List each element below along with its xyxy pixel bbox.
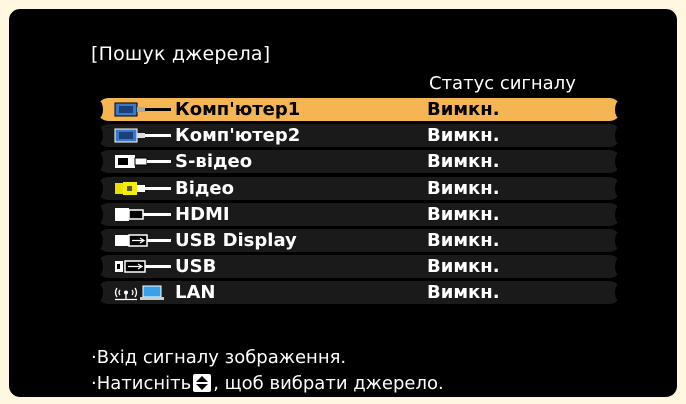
source-row-computer1[interactable]: Комп'ютер1 Вимкн. [95,98,623,121]
hdmi-port-icon [115,207,171,221]
source-status: Вимкн. [427,229,500,251]
row-cap-left [95,179,103,197]
row-cap-right [615,258,623,276]
row-cap-right [615,284,623,302]
source-name: Відео [175,177,235,199]
source-row-s-video[interactable]: S-відео Вимкн. [95,150,623,174]
source-row-usb[interactable]: USB Вимкн. [95,255,623,279]
source-status: Вимкн. [427,256,500,278]
usb-port-icon [115,260,171,273]
source-row-lan[interactable]: LAN Вимкн. [95,281,623,305]
hint-select-source: ·Натисніть , щоб вибрати джерело. [91,373,444,394]
source-name: Комп'ютер1 [175,99,301,120]
panel-title: [Пошук джерела] [91,43,271,65]
source-status: Вимкн. [427,125,500,147]
source-row-video[interactable]: Відео Вимкн. [95,176,623,200]
computer-port-icon [114,102,171,117]
row-cap-right [615,153,623,171]
row-cap-right [615,205,623,223]
hint-choose-text: , щоб вибрати джерело. [213,373,444,394]
row-cap-left [95,101,103,118]
row-cap-right [615,127,623,145]
source-name: USB Display [175,229,297,251]
source-status: Вимкн. [427,99,500,120]
row-cap-right [615,101,623,118]
source-status: Вимкн. [427,203,500,225]
source-search-panel: [Пошук джерела] Статус сигналу Комп'ютер… [8,8,678,398]
signal-status-header: Статус сигналу [429,73,576,94]
row-cap-left [95,231,103,249]
source-name: USB [175,256,217,278]
source-row-computer2[interactable]: Комп'ютер2 Вимкн. [95,124,623,148]
row-cap-right [615,231,623,249]
row-cap-left [95,258,103,276]
hint-press-text: ·Натисніть [91,373,192,394]
computer-port-icon [114,128,171,143]
usb-display-icon [115,234,171,247]
row-cap-right [615,179,623,197]
row-cap-left [95,205,103,223]
source-name: S-відео [175,151,253,173]
lan-wireless-icon [114,285,164,301]
up-down-arrow-icon [193,374,212,392]
source-status: Вимкн. [427,282,500,304]
source-status: Вимкн. [427,177,500,199]
row-cap-left [95,153,103,171]
source-name: LAN [175,282,216,304]
row-cap-left [95,127,103,145]
source-name: Комп'ютер2 [175,125,301,147]
s-video-port-icon [115,155,171,169]
source-status: Вимкн. [427,151,500,173]
row-cap-left [95,284,103,302]
source-name: HDMI [175,203,230,225]
source-row-usb-display[interactable]: USB Display Вимкн. [95,228,623,252]
hint-signal-input: ·Вхід сигналу зображення. [91,347,347,368]
source-list: Комп'ютер1 Вимкн. Комп'ютер2 Вимкн. S-ві… [95,98,623,308]
source-row-hdmi[interactable]: HDMI Вимкн. [95,202,623,226]
video-port-icon [115,181,171,195]
